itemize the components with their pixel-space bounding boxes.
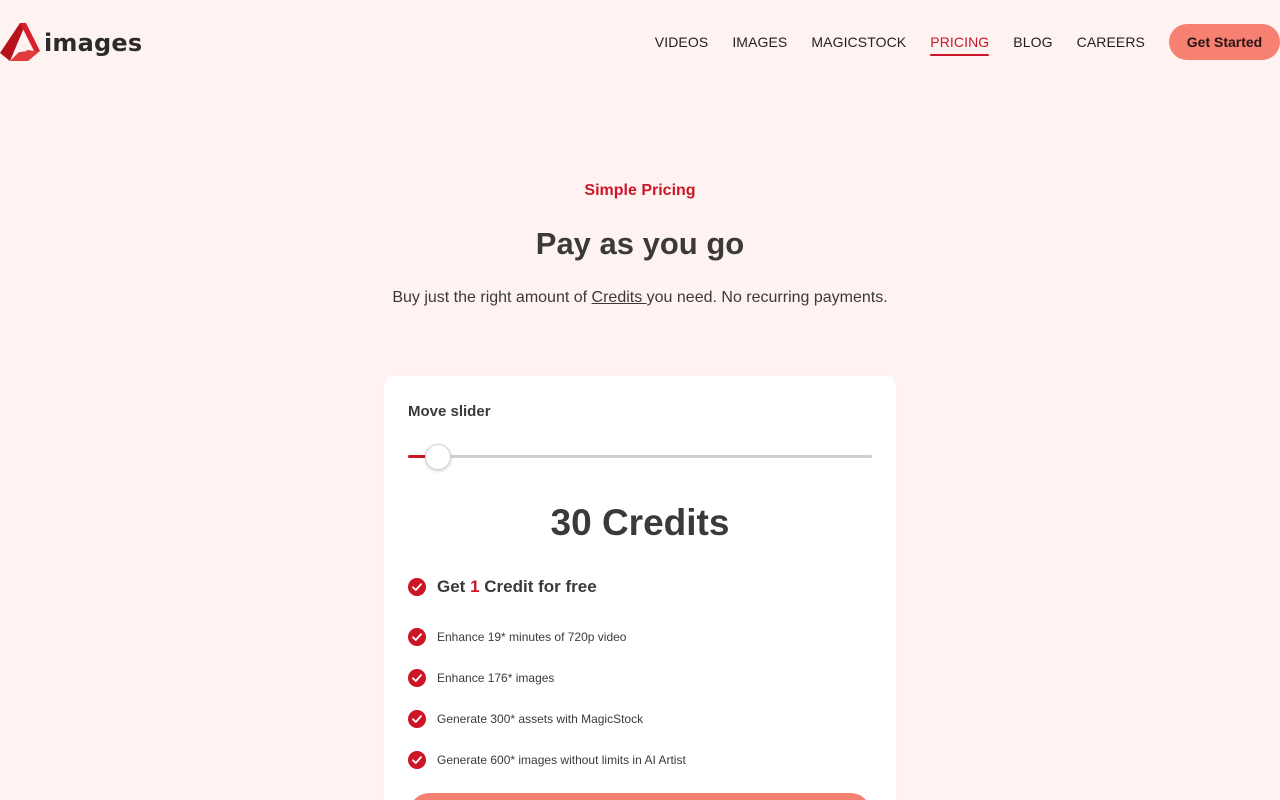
get-started-button[interactable]: Get Started [1169, 24, 1280, 60]
list-item: Generate 300* assets with MagicStock [408, 709, 686, 729]
feature-text: Enhance 176* images [437, 671, 555, 685]
nav-item-pricing[interactable]: PRICING [930, 26, 990, 58]
check-circle-icon [408, 628, 426, 646]
nav-item-blog[interactable]: BLOG [1013, 26, 1052, 58]
credits-slider[interactable] [408, 444, 872, 470]
page-subtitle: Buy just the right amount of Credits you… [0, 289, 1280, 307]
subtitle-text-end: you need. No recurring payments. [646, 289, 888, 306]
logo-text: images [44, 29, 143, 57]
free-credit-row: Get 1 Credit for free [408, 577, 597, 597]
main-nav: VIDEOS IMAGES MAGICSTOCK PRICING BLOG CA… [655, 24, 1280, 60]
section-eyebrow: Simple Pricing [584, 182, 696, 199]
check-circle-icon [408, 578, 426, 596]
credits-link[interactable]: Credits [592, 289, 647, 306]
list-item: Enhance 19* minutes of 720p video [408, 627, 686, 647]
pricing-card: Move slider 30 Credits Get 1 Credit for … [384, 376, 896, 800]
buy-credits-button[interactable] [408, 793, 872, 800]
logo-icon [0, 23, 40, 61]
check-circle-icon [408, 669, 426, 687]
nav-item-images[interactable]: IMAGES [732, 26, 787, 58]
nav-item-videos[interactable]: VIDEOS [655, 26, 709, 58]
feature-list: Enhance 19* minutes of 720p video Enhanc… [408, 627, 686, 791]
free-credit-suffix: Credit for free [479, 577, 597, 596]
subtitle-text-start: Buy just the right amount of [392, 289, 592, 306]
nav-item-careers[interactable]: CAREERS [1077, 26, 1145, 58]
slider-label: Move slider [408, 403, 491, 420]
credits-amount: 30 Credits [550, 502, 730, 543]
slider-handle[interactable] [425, 444, 451, 470]
check-circle-icon [408, 751, 426, 769]
site-header: images VIDEOS IMAGES MAGICSTOCK PRICING … [0, 0, 1280, 84]
free-credit-amount: 1 [470, 577, 480, 596]
feature-text: Enhance 19* minutes of 720p video [437, 630, 627, 644]
page-title: Pay as you go [535, 226, 745, 261]
nav-item-magicstock[interactable]: MAGICSTOCK [811, 26, 906, 58]
list-item: Enhance 176* images [408, 668, 686, 688]
logo[interactable]: images [0, 22, 142, 62]
check-circle-icon [408, 710, 426, 728]
feature-text: Generate 600* images without limits in A… [437, 753, 686, 767]
feature-text: Generate 300* assets with MagicStock [437, 712, 644, 726]
free-credit-prefix: Get [437, 577, 471, 596]
slider-track[interactable] [408, 455, 872, 458]
list-item: Generate 600* images without limits in A… [408, 750, 686, 770]
